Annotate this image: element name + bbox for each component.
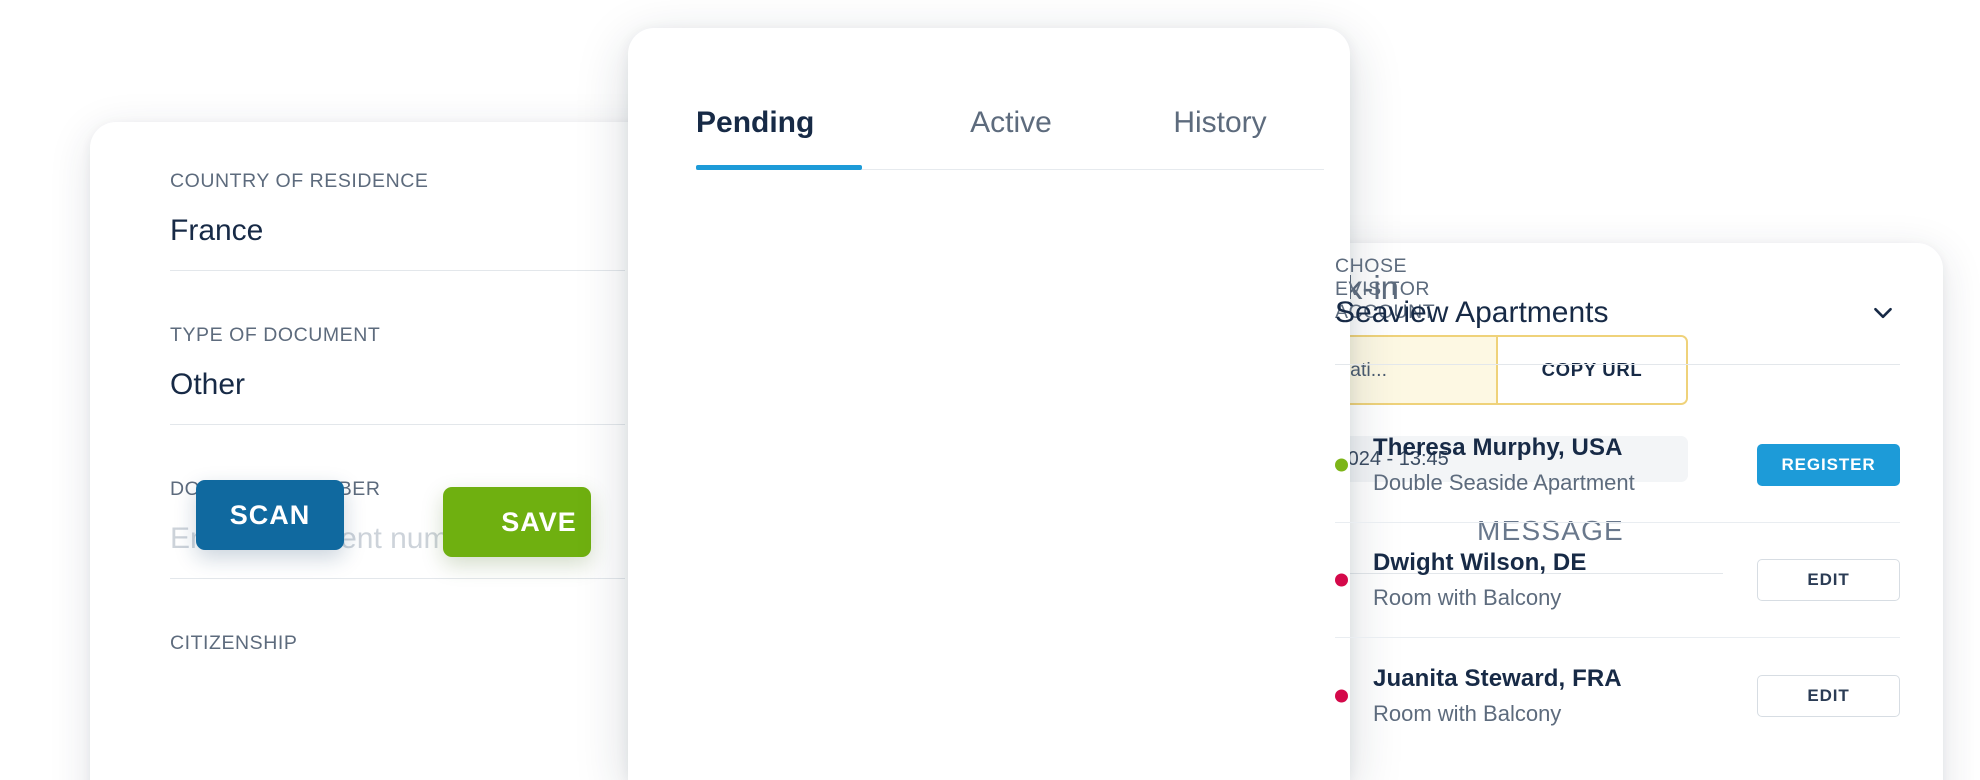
guest-info: Juanita Steward, FRA Room with Balcony	[1373, 665, 1757, 727]
guest-room: Room with Balcony	[1373, 585, 1562, 610]
guest-name: Theresa Murphy, USA	[1373, 434, 1623, 461]
tab-pending[interactable]: Pending	[696, 106, 906, 168]
field-label: CITIZENSHIP	[170, 632, 298, 654]
field-value[interactable]: France	[170, 214, 625, 248]
account-select-underline	[1335, 364, 1900, 365]
list-item[interactable]: Theresa Murphy, USA Double Seaside Apart…	[1335, 408, 1900, 523]
save-button[interactable]: SAVE	[443, 487, 591, 557]
register-button[interactable]: REGISTER	[1757, 444, 1900, 486]
tab-active[interactable]: Active	[906, 106, 1116, 168]
field-label: COUNTRY OF RESIDENCE	[170, 170, 429, 192]
screenshot-root: COUNTRY OF RESIDENCE France TYPE OF DOCU…	[0, 0, 1980, 780]
chevron-down-icon	[1874, 307, 1892, 319]
field-value[interactable]: Other	[170, 368, 625, 402]
guest-info: Theresa Murphy, USA Double Seaside Apart…	[1373, 434, 1757, 496]
guest-room: Double Seaside Apartment	[1373, 470, 1635, 495]
tab-active-indicator	[696, 165, 862, 170]
tab-history[interactable]: History	[1116, 106, 1324, 168]
reservations-panel-card: Pending Active History CHOSE EVISITOR AC…	[628, 28, 1900, 780]
status-dot	[1335, 689, 1348, 702]
guest-info: Dwight Wilson, DE Room with Balcony	[1373, 549, 1757, 611]
guest-list: Theresa Murphy, USA Double Seaside Apart…	[1335, 408, 1900, 753]
field-label: TYPE OF DOCUMENT	[170, 324, 381, 346]
guest-name: Juanita Steward, FRA	[1373, 664, 1622, 692]
account-select[interactable]: Seaview Apartments	[1335, 296, 1900, 330]
reservation-status-tabs: Pending Active History	[696, 106, 1324, 168]
guest-room: Room with Balcony	[1373, 700, 1562, 726]
status-dot	[1335, 458, 1348, 472]
status-dot	[1335, 573, 1348, 587]
field-citizenship: CITIZENSHIP	[170, 632, 625, 655]
guest-name: Dwight Wilson, DE	[1373, 549, 1587, 576]
field-country-of-residence: COUNTRY OF RESIDENCE France	[170, 170, 625, 271]
account-select-value: Seaview Apartments	[1335, 296, 1609, 329]
scan-button[interactable]: SCAN	[196, 480, 344, 550]
edit-button[interactable]: EDIT	[1757, 674, 1900, 717]
list-item[interactable]: Juanita Steward, FRA Room with Balcony E…	[1335, 638, 1900, 753]
field-type-of-document: TYPE OF DOCUMENT Other	[170, 324, 625, 425]
list-item[interactable]: Dwight Wilson, DE Room with Balcony EDIT	[1335, 523, 1900, 638]
edit-button[interactable]: EDIT	[1757, 559, 1900, 601]
copy-url-button[interactable]: COPY URL	[1496, 337, 1686, 403]
